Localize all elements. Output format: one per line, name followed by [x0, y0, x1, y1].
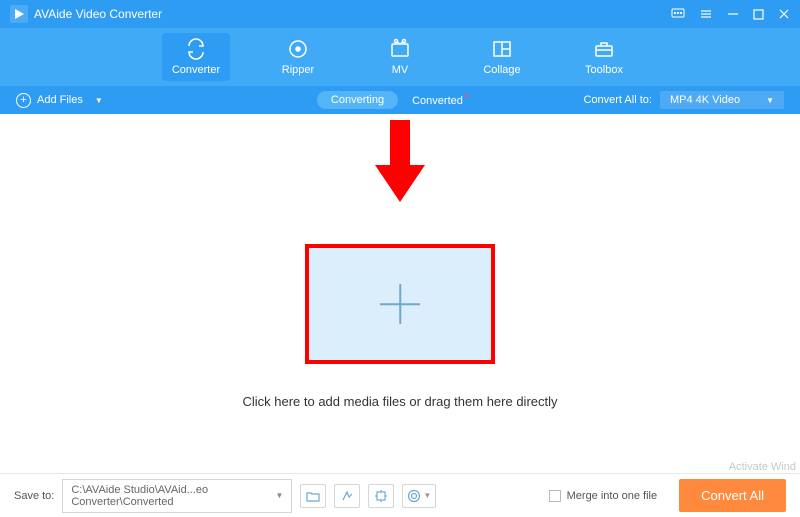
merge-label: Merge into one file: [567, 490, 658, 502]
nav-label: Converter: [172, 64, 220, 76]
converter-icon: [185, 38, 207, 60]
annotation-arrow-icon: [370, 120, 430, 215]
gpu-button[interactable]: [368, 484, 394, 508]
chevron-down-icon: ▼: [423, 491, 431, 500]
nav-toolbox[interactable]: Toolbox: [570, 33, 638, 81]
add-files-button[interactable]: + Add Files ▼: [16, 93, 103, 108]
settings-button[interactable]: ▼: [402, 484, 436, 508]
notification-dot-icon: •: [465, 89, 469, 103]
chevron-down-icon: ▼: [766, 96, 774, 105]
nav-label: MV: [392, 64, 409, 76]
main-area: Click here to add media files or drag th…: [0, 114, 800, 473]
merge-checkbox[interactable]: Merge into one file: [549, 490, 658, 502]
app-logo-icon: [10, 5, 28, 23]
footer-bar: Save to: C:\AVAide Studio\AVAid...eo Con…: [0, 473, 800, 517]
chevron-down-icon: ▼: [275, 491, 283, 500]
toolbox-icon: [593, 38, 615, 60]
watermark-text: Activate Wind: [729, 461, 796, 473]
convert-all-label: Convert All to:: [583, 94, 651, 106]
format-value: MP4 4K Video: [670, 94, 740, 106]
sub-toolbar: + Add Files ▼ Converting Converted• Conv…: [0, 86, 800, 114]
speed-button[interactable]: [334, 484, 360, 508]
save-path-value: C:\AVAide Studio\AVAid...eo Converter\Co…: [71, 484, 269, 508]
dropzone-hint: Click here to add media files or drag th…: [242, 394, 557, 409]
feedback-icon[interactable]: [671, 7, 685, 21]
nav-label: Ripper: [282, 64, 314, 76]
nav-collage[interactable]: Collage: [468, 33, 536, 81]
add-media-dropzone[interactable]: [305, 244, 495, 364]
save-to-label: Save to:: [14, 490, 54, 502]
collage-icon: [491, 38, 513, 60]
nav-mv[interactable]: MV: [366, 33, 434, 81]
conversion-tabs: Converting Converted•: [317, 90, 483, 110]
add-files-label: Add Files: [37, 94, 83, 106]
menu-icon[interactable]: [699, 7, 713, 21]
main-nav: Converter Ripper MV Collage Toolbox: [0, 28, 800, 86]
output-format-select[interactable]: MP4 4K Video ▼: [660, 91, 784, 109]
checkbox-icon: [549, 490, 561, 502]
app-title: AVAide Video Converter: [34, 7, 671, 21]
tab-converted[interactable]: Converted•: [398, 90, 483, 110]
plus-circle-icon: +: [16, 93, 31, 108]
plus-icon: [380, 284, 420, 324]
convert-all-to: Convert All to: MP4 4K Video ▼: [583, 91, 784, 109]
tab-converting[interactable]: Converting: [317, 91, 398, 109]
chevron-down-icon: ▼: [95, 96, 103, 105]
mv-icon: [389, 38, 411, 60]
ripper-icon: [287, 38, 309, 60]
minimize-icon[interactable]: [727, 8, 739, 20]
convert-all-button[interactable]: Convert All: [679, 479, 786, 512]
nav-label: Toolbox: [585, 64, 623, 76]
save-path-input[interactable]: C:\AVAide Studio\AVAid...eo Converter\Co…: [62, 479, 292, 513]
close-icon[interactable]: [778, 8, 790, 20]
window-controls: [671, 7, 790, 21]
open-folder-button[interactable]: [300, 484, 326, 508]
maximize-icon[interactable]: [753, 9, 764, 20]
nav-label: Collage: [483, 64, 520, 76]
titlebar: AVAide Video Converter: [0, 0, 800, 28]
tab-converted-label: Converted: [412, 95, 463, 107]
nav-converter[interactable]: Converter: [162, 33, 230, 81]
nav-ripper[interactable]: Ripper: [264, 33, 332, 81]
